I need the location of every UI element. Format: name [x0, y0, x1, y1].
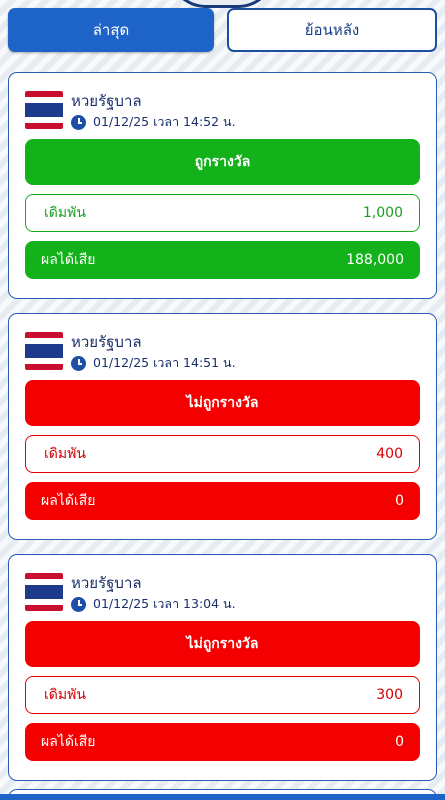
lottery-name: หวยรัฐบาล [71, 92, 142, 110]
bet-amount-row: เดิมพัน 1,000 [25, 194, 420, 232]
result-value: 188,000 [346, 252, 404, 268]
lottery-name: หวยรัฐบาล [71, 574, 142, 592]
bet-card[interactable]: หวยรัฐบาล 01/12/25 เวลา 14:52 น. ถูกรางว… [8, 72, 437, 299]
card-header: หวยรัฐบาล 01/12/25 เวลา 14:51 น. [25, 332, 420, 372]
status-badge: ไม่ถูกรางวัล [25, 621, 420, 667]
status-badge: ไม่ถูกรางวัล [25, 380, 420, 426]
thailand-flag-icon [25, 332, 63, 370]
status-badge: ถูกรางวัล [25, 139, 420, 185]
tab-latest[interactable]: ล่าสุด [8, 8, 214, 52]
lottery-name: หวยรัฐบาล [71, 333, 142, 351]
bet-label: เดิมพัน [44, 687, 86, 703]
bet-value: 300 [376, 687, 403, 703]
bet-value: 400 [376, 446, 403, 462]
clock-icon [71, 355, 86, 371]
bet-history-list: หวยรัฐบาล 01/12/25 เวลา 14:52 น. ถูกรางว… [8, 72, 437, 795]
bet-datetime: 01/12/25 เวลา 13:04 น. [93, 596, 236, 611]
bet-card[interactable]: หวยรัฐบาล 01/12/25 เวลา 13:04 น. ไม่ถูกร… [8, 554, 437, 781]
clock-icon [71, 114, 86, 130]
bottom-nav-bar [0, 794, 445, 800]
thailand-flag-icon [25, 573, 63, 611]
thailand-flag-icon [25, 91, 63, 129]
bet-card[interactable]: หวยรัฐบาล 01/12/25 เวลา 14:51 น. ไม่ถูกร… [8, 313, 437, 540]
bet-amount-row: เดิมพัน 300 [25, 676, 420, 714]
result-value: 0 [395, 734, 404, 750]
bet-label: เดิมพัน [44, 205, 86, 221]
result-value: 0 [395, 493, 404, 509]
result-row: ผลได้เสีย 0 [25, 482, 420, 520]
tab-history[interactable]: ย้อนหลัง [227, 8, 437, 52]
bet-label: เดิมพัน [44, 446, 86, 462]
tab-bar: ล่าสุด ย้อนหลัง [8, 8, 437, 52]
bet-datetime: 01/12/25 เวลา 14:52 น. [93, 114, 236, 129]
bet-amount-row: เดิมพัน 400 [25, 435, 420, 473]
result-label: ผลได้เสีย [41, 252, 96, 268]
bet-value: 1,000 [362, 205, 403, 221]
card-header: หวยรัฐบาล 01/12/25 เวลา 14:52 น. [25, 91, 420, 131]
result-label: ผลได้เสีย [41, 493, 96, 509]
bet-datetime: 01/12/25 เวลา 14:51 น. [93, 355, 236, 370]
result-label: ผลได้เสีย [41, 734, 96, 750]
result-row: ผลได้เสีย 0 [25, 723, 420, 761]
card-header: หวยรัฐบาล 01/12/25 เวลา 13:04 น. [25, 573, 420, 613]
result-row: ผลได้เสีย 188,000 [25, 241, 420, 279]
clock-icon [71, 596, 86, 612]
